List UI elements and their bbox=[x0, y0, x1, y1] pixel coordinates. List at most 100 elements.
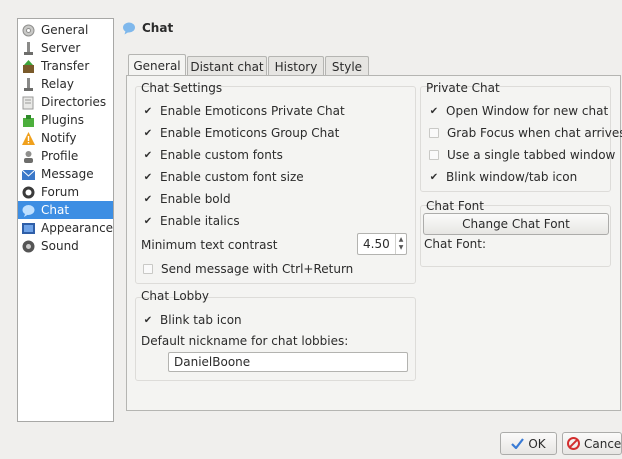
chat-icon bbox=[21, 203, 36, 218]
sidebar-item-sound[interactable]: Sound bbox=[18, 237, 113, 255]
check-icon: ✔ bbox=[143, 149, 153, 161]
checkbox-box bbox=[429, 128, 439, 138]
checkbox-grab-focus[interactable]: Grab Focus when chat arrives bbox=[428, 126, 622, 140]
check-icon bbox=[511, 438, 525, 449]
sidebar-item-label: General bbox=[41, 23, 89, 37]
chat-settings-title: Chat Settings bbox=[141, 81, 223, 95]
sidebar-item-plugins[interactable]: Plugins bbox=[18, 111, 113, 129]
nickname-label: Default nickname for chat lobbies: bbox=[141, 334, 349, 348]
sound-icon bbox=[21, 239, 36, 254]
checkbox-blink-tab-icon[interactable]: ✔ Blink tab icon bbox=[142, 313, 242, 327]
ok-label: OK bbox=[528, 436, 546, 451]
checkbox-label: Enable bold bbox=[160, 192, 231, 206]
sidebar-item-label: Notify bbox=[41, 131, 77, 145]
profile-icon bbox=[21, 149, 36, 164]
sidebar-item-label: Message bbox=[41, 167, 94, 181]
relay-icon bbox=[21, 77, 36, 92]
checkbox-label: Open Window for new chat bbox=[446, 104, 609, 118]
appearance-icon bbox=[21, 221, 36, 236]
checkbox-blink-window[interactable]: ✔ Blink window/tab icon bbox=[428, 170, 577, 184]
chat-lobby-title: Chat Lobby bbox=[141, 289, 210, 303]
check-icon: ✔ bbox=[143, 193, 153, 205]
sidebar-item-message[interactable]: Message bbox=[18, 165, 113, 183]
check-icon: ✔ bbox=[143, 314, 153, 326]
sidebar-item-label: Profile bbox=[41, 149, 79, 163]
cancel-icon bbox=[567, 437, 580, 450]
sidebar-item-chat[interactable]: Chat bbox=[18, 201, 113, 219]
sidebar-item-label: Chat bbox=[41, 203, 70, 217]
chat-font-title: Chat Font bbox=[426, 199, 484, 213]
sidebar-item-label: Transfer bbox=[41, 59, 90, 73]
sidebar-item-label: Sound bbox=[41, 239, 79, 253]
gear-icon bbox=[21, 23, 36, 38]
sidebar-item-label: Relay bbox=[41, 77, 74, 91]
min-contrast-label: Minimum text contrast bbox=[141, 238, 278, 252]
tab-style[interactable]: Style bbox=[325, 56, 369, 76]
tab-general[interactable]: General bbox=[128, 54, 186, 76]
page-title: Chat bbox=[142, 21, 174, 35]
sidebar-item-transfer[interactable]: Transfer bbox=[18, 57, 113, 75]
check-icon: ✔ bbox=[429, 105, 439, 117]
checkbox-enable-italics[interactable]: ✔ Enable italics bbox=[142, 214, 240, 228]
sidebar-item-forum[interactable]: Forum bbox=[18, 183, 113, 201]
sidebar-item-server[interactable]: Server bbox=[18, 39, 113, 57]
min-contrast-value: 4.50 bbox=[363, 237, 390, 251]
tab-history[interactable]: History bbox=[268, 56, 324, 76]
checkbox-label: Enable custom font size bbox=[160, 170, 304, 184]
sidebar-item-profile[interactable]: Profile bbox=[18, 147, 113, 165]
checkbox-emoticons-group[interactable]: ✔ Enable Emoticons Group Chat bbox=[142, 126, 340, 140]
check-icon: ✔ bbox=[143, 127, 153, 139]
checkbox-box bbox=[143, 264, 153, 274]
sidebar: General Server Transfer Relay Directorie… bbox=[17, 18, 114, 422]
sidebar-item-label: Appearance bbox=[41, 221, 114, 235]
checkbox-label: Enable custom fonts bbox=[160, 148, 283, 162]
sidebar-item-label: Server bbox=[41, 41, 81, 55]
spin-arrows-icon[interactable]: ▲ ▼ bbox=[395, 234, 406, 254]
plugin-icon bbox=[21, 113, 36, 128]
server-icon bbox=[21, 41, 36, 56]
tab-distant-chat[interactable]: Distant chat bbox=[187, 56, 267, 76]
ok-button[interactable]: OK bbox=[500, 432, 557, 455]
chat-icon bbox=[122, 21, 136, 35]
sidebar-item-appearance[interactable]: Appearance bbox=[18, 219, 113, 237]
checkbox-custom-fonts[interactable]: ✔ Enable custom fonts bbox=[142, 148, 283, 162]
forum-icon bbox=[21, 185, 36, 200]
page-header: Chat bbox=[122, 18, 173, 38]
change-chat-font-button[interactable]: Change Chat Font bbox=[423, 213, 609, 235]
checkbox-enable-bold[interactable]: ✔ Enable bold bbox=[142, 192, 231, 206]
checkbox-label: Enable Emoticons Private Chat bbox=[160, 104, 345, 118]
checkbox-label: Grab Focus when chat arrives bbox=[447, 126, 622, 140]
sidebar-item-directories[interactable]: Directories bbox=[18, 93, 113, 111]
nickname-input[interactable] bbox=[168, 352, 408, 372]
sidebar-item-label: Plugins bbox=[41, 113, 84, 127]
check-icon: ✔ bbox=[143, 215, 153, 227]
sidebar-item-relay[interactable]: Relay bbox=[18, 75, 113, 93]
folder-icon bbox=[21, 95, 36, 110]
warning-icon bbox=[21, 131, 36, 146]
checkbox-emoticons-private[interactable]: ✔ Enable Emoticons Private Chat bbox=[142, 104, 345, 118]
sidebar-item-general[interactable]: General bbox=[18, 21, 113, 39]
checkbox-single-tabbed[interactable]: Use a single tabbed window bbox=[428, 148, 615, 162]
checkbox-label: Enable italics bbox=[160, 214, 240, 228]
checkbox-label: Send message with Ctrl+Return bbox=[161, 262, 354, 276]
checkbox-label: Blink window/tab icon bbox=[446, 170, 578, 184]
message-icon bbox=[21, 167, 36, 182]
cancel-button[interactable]: Cancel bbox=[562, 432, 622, 455]
cancel-label: Cancel bbox=[584, 436, 622, 451]
private-chat-title: Private Chat bbox=[426, 81, 500, 95]
preferences-window: General Server Transfer Relay Directorie… bbox=[0, 0, 622, 459]
sidebar-item-label: Forum bbox=[41, 185, 80, 199]
checkbox-ctrl-return[interactable]: Send message with Ctrl+Return bbox=[142, 262, 353, 276]
checkbox-label: Use a single tabbed window bbox=[447, 148, 616, 162]
sidebar-item-notify[interactable]: Notify bbox=[18, 129, 113, 147]
transfer-icon bbox=[21, 59, 36, 74]
sidebar-item-label: Directories bbox=[41, 95, 107, 109]
checkbox-label: Blink tab icon bbox=[160, 313, 242, 327]
chat-font-current-label: Chat Font: bbox=[424, 237, 487, 251]
checkbox-box bbox=[429, 150, 439, 160]
checkbox-custom-font-size[interactable]: ✔ Enable custom font size bbox=[142, 170, 304, 184]
check-icon: ✔ bbox=[143, 171, 153, 183]
min-contrast-spinbox[interactable]: 4.50 ▲ ▼ bbox=[357, 233, 407, 255]
checkbox-open-window[interactable]: ✔ Open Window for new chat bbox=[428, 104, 608, 118]
check-icon: ✔ bbox=[429, 171, 439, 183]
